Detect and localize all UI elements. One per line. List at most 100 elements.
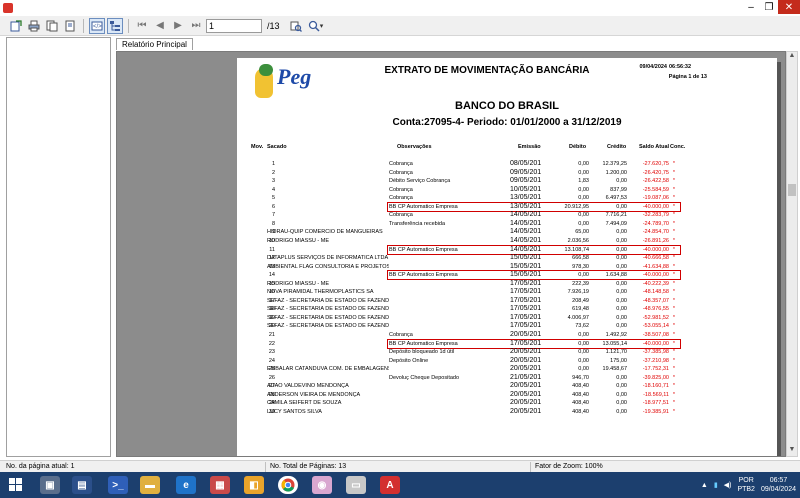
- tab-relatorio-principal[interactable]: Relatório Principal: [116, 38, 193, 50]
- page-number-input[interactable]: 1: [206, 18, 262, 33]
- report-viewport[interactable]: Peg EXTRATO DE MOVIMENTAÇÃO BANCÁRIA 09/…: [116, 51, 786, 457]
- report-page-number: Página 1 de 13: [668, 74, 707, 80]
- cell-obs: Cobrança: [389, 161, 413, 167]
- cell-debito: 65,00: [575, 229, 589, 236]
- col-header-sacado: Sacado: [267, 144, 287, 150]
- last-page-icon[interactable]: ⏭: [188, 18, 204, 34]
- report-time: 06:56:32: [669, 64, 692, 70]
- col-header-obs: Observações: [397, 144, 432, 150]
- language-indicator[interactable]: POR PTB2: [737, 476, 755, 494]
- system-tray: ▲ ▮ ◀) POR PTB2 06:57 09/04/2024: [701, 474, 796, 496]
- cell-sacado: NOVA PIRAMIDAL THERMOPLASTICS SA: [267, 289, 374, 296]
- account-period: Conta:27095-4- Periodo: 01/01/2000 a 31/…: [392, 117, 622, 128]
- cell-saldo: -19.385,91: [642, 408, 669, 415]
- taskbar-app3-icon[interactable]: ◉: [312, 476, 332, 494]
- clock[interactable]: 06:57 09/04/2024: [761, 476, 796, 494]
- cell-saldo: -26.420,75: [642, 169, 669, 176]
- taskbar-pdf-icon[interactable]: A: [380, 476, 400, 494]
- previous-page-icon[interactable]: ◀: [152, 18, 168, 34]
- cell-conc: *: [672, 297, 676, 304]
- highlight-box: [387, 201, 681, 212]
- tray-arrow-icon[interactable]: ▲: [701, 482, 708, 489]
- print-icon[interactable]: [26, 18, 42, 34]
- taskbar-folder-icon[interactable]: ▬: [140, 476, 160, 494]
- cell-debito: 0,00: [578, 220, 589, 227]
- cell-credito: 0,00: [616, 297, 627, 304]
- cell-debito: 408,40: [572, 383, 589, 390]
- cell-debito: 0,00: [578, 169, 589, 176]
- cell-conc: *: [672, 400, 676, 407]
- cell-credito: 837,99: [610, 186, 627, 193]
- cell-conc: *: [672, 161, 676, 167]
- cell-credito: 0,00: [616, 280, 627, 287]
- scroll-up-icon[interactable]: ▲: [787, 52, 797, 62]
- cell-debito: 978,30: [572, 263, 589, 270]
- cell-conc: *: [672, 289, 676, 296]
- cell-sacado: CAMILA SEIFERT DE SOUZA: [267, 400, 342, 407]
- vertical-scrollbar[interactable]: ▲ ▼: [786, 51, 798, 457]
- taskbar-app2-icon[interactable]: ◧: [244, 476, 264, 494]
- taskbar-server-manager-icon[interactable]: ▣: [40, 476, 60, 494]
- taskbar-app-icon[interactable]: ▦: [210, 476, 230, 494]
- zoom-dropdown-icon[interactable]: ▾: [320, 22, 324, 30]
- cell-debito: 222,39: [572, 280, 589, 287]
- cell-debito: 946,70: [572, 374, 589, 381]
- scroll-down-icon[interactable]: ▼: [787, 446, 797, 456]
- find-icon[interactable]: [288, 18, 304, 34]
- cell-conc: *: [672, 220, 676, 227]
- cell-sacado: SEFAZ - SECRETARIA DE ESTADO DE FAZENDA: [267, 323, 389, 330]
- cell-emissao: 17/05/201: [510, 322, 542, 330]
- cell-mov: 11: [269, 246, 275, 253]
- cell-debito: 0,00: [578, 186, 589, 193]
- toggle-group-tree-icon[interactable]: [107, 17, 123, 34]
- cell-emissao: 14/05/201: [510, 236, 542, 244]
- close-button[interactable]: ✕: [778, 0, 800, 14]
- cell-emissao: 17/05/201: [510, 279, 542, 287]
- cell-debito: 73,62: [575, 323, 589, 330]
- col-header-debito: Débito: [569, 144, 587, 150]
- cell-mov: 8: [271, 220, 275, 227]
- cell-credito: 0,00: [616, 383, 627, 390]
- cell-obs: Cobrança: [389, 195, 413, 202]
- toolbar-separator: [83, 18, 84, 33]
- page-setup-icon[interactable]: [62, 18, 78, 34]
- report-title: EXTRATO DE MOVIMENTAÇÃO BANCÁRIA: [384, 65, 590, 76]
- taskbar-app4-icon[interactable]: ▭: [346, 476, 366, 494]
- tray-volume-icon[interactable]: ◀): [724, 481, 732, 489]
- cell-debito: 7.926,19: [567, 289, 589, 296]
- cell-credito: 0,00: [616, 400, 627, 407]
- taskbar-ie-icon[interactable]: e: [176, 476, 196, 494]
- export-icon[interactable]: [8, 18, 24, 34]
- app-icon: [3, 3, 13, 13]
- group-tree-panel[interactable]: [6, 37, 111, 457]
- toolbar-separator: [128, 18, 129, 33]
- taskbar-powershell-icon[interactable]: >_: [108, 476, 128, 494]
- print-layout-icon[interactable]: [44, 18, 60, 34]
- status-current-page: No. da página atual: 1: [6, 463, 75, 470]
- tray-network-icon[interactable]: ▮: [714, 481, 718, 489]
- cell-mov: 24: [268, 357, 275, 364]
- cell-emissao: 20/05/201: [510, 356, 542, 364]
- taskbar-chrome-icon[interactable]: [278, 476, 298, 494]
- minimize-button[interactable]: –: [742, 0, 760, 14]
- taskbar-server-icon[interactable]: ▤: [72, 476, 92, 494]
- cell-emissao: 09/05/201: [510, 168, 542, 176]
- toggle-parameters-icon[interactable]: </>: [89, 17, 105, 34]
- zoom-icon[interactable]: ▾: [306, 18, 326, 34]
- cell-debito: 1,83: [578, 178, 589, 185]
- cell-saldo: -52.981,52: [642, 314, 669, 321]
- restore-button[interactable]: ❐: [760, 0, 778, 14]
- parrot-logo-head-icon: [259, 64, 273, 76]
- cell-debito: 0,00: [578, 366, 589, 373]
- cell-saldo: -53.055,14: [642, 323, 669, 330]
- cell-saldo: -19.087,06: [642, 195, 669, 202]
- scroll-thumb[interactable]: [788, 184, 796, 196]
- start-button[interactable]: [6, 476, 26, 494]
- cell-sacado: SEFAZ - SECRETARIA DE ESTADO DE FAZENDA: [267, 314, 389, 321]
- first-page-icon[interactable]: ⏮: [134, 18, 150, 34]
- cell-mov: 7: [271, 212, 275, 219]
- next-page-icon[interactable]: ▶: [170, 18, 186, 34]
- cell-saldo: -39.825,00: [642, 374, 669, 381]
- cell-emissao: 13/05/201: [510, 194, 542, 202]
- col-header-emissao: Emissão: [518, 144, 541, 150]
